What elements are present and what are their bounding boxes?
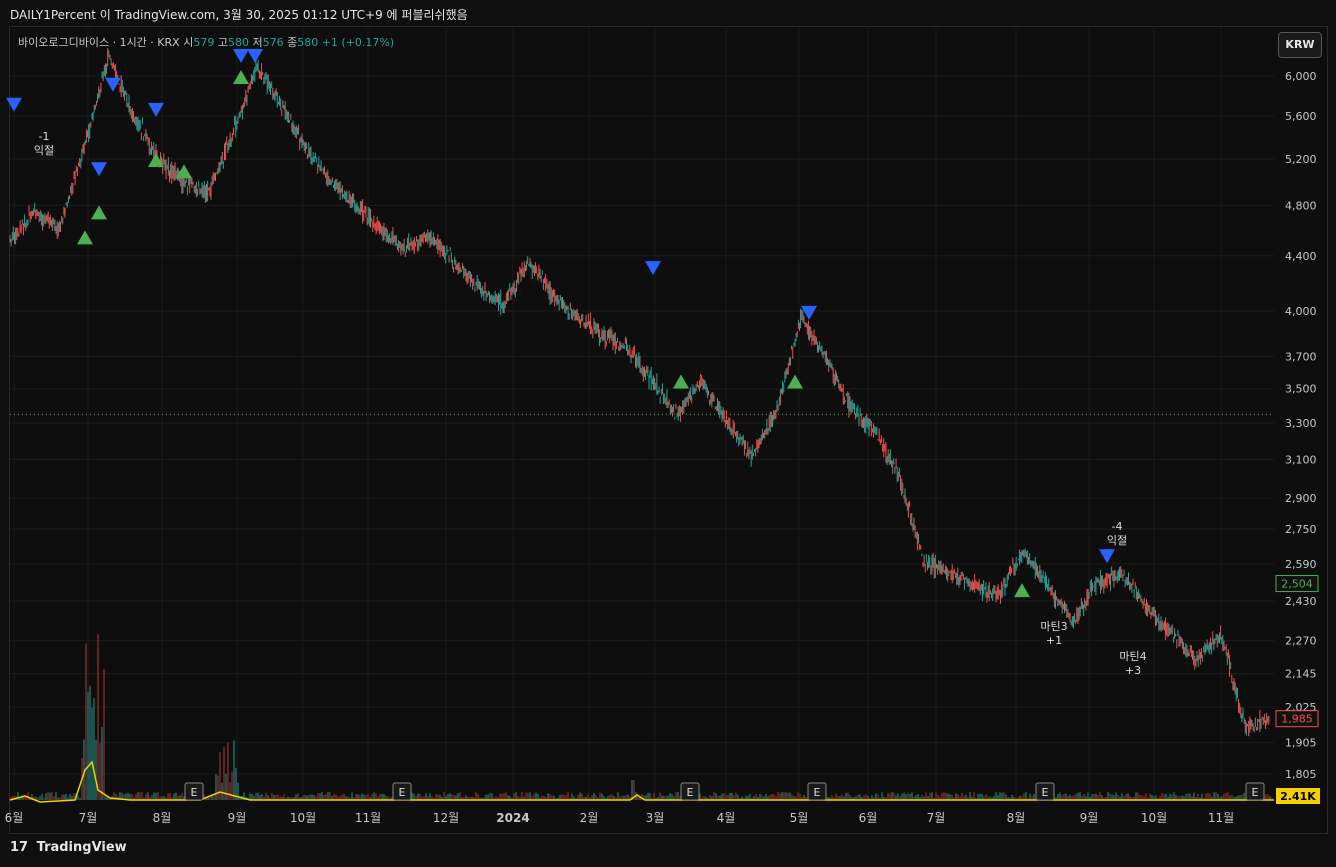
annotation-label: -1 [39, 130, 50, 143]
y-tick-label: 2,750 [1285, 523, 1317, 536]
x-tick-label: 8월 [1007, 811, 1026, 825]
tradingview-footer[interactable]: 17 TradingView [10, 840, 127, 855]
low-value: 576 [262, 36, 284, 49]
y-tick-label: 3,300 [1285, 417, 1317, 430]
x-tick-label: 5월 [790, 811, 809, 825]
y-tick-label: 5,200 [1285, 153, 1317, 166]
sell-signal-marker [91, 162, 107, 177]
symbol-title: 바이오로그디바이스 · 1시간 · KRX [18, 36, 180, 49]
low-label: 저 [252, 36, 263, 49]
annotation-sublabel: +3 [1125, 664, 1141, 677]
price-chart[interactable]: 6,000 5,600 5,200 4,800 4,400 4,000 3,700 3,500… [0, 0, 1336, 867]
sell-signal-marker [6, 97, 22, 112]
buy-signal-marker [673, 374, 689, 389]
annotation-sublabel: +1 [1046, 634, 1062, 647]
annotation-sublabel: 익절 [1107, 534, 1127, 547]
x-tick-label: 7월 [79, 811, 98, 825]
price-tag-label: 1,985 [1281, 713, 1313, 726]
buy-signal-marker [91, 205, 107, 220]
x-tick-label: 6월 [859, 811, 878, 825]
buy-signal-marker [233, 70, 249, 84]
volume-tag-label: 2.41K [1280, 790, 1316, 803]
annotation-label: 마틴4 [1119, 650, 1146, 663]
y-tick-label: 5,600 [1285, 110, 1317, 123]
y-tick-label: 6,000 [1285, 70, 1317, 83]
tradingview-logo-icon: 17 [10, 840, 29, 855]
x-tick-label: 9월 [228, 811, 247, 825]
x-tick-label: 6월 [5, 811, 24, 825]
annotation-label: -4 [1112, 520, 1123, 533]
close-value: 580 [297, 36, 319, 49]
symbol-legend: 바이오로그디바이스 · 1시간 · KRX 시579 고580 저576 종58… [18, 34, 394, 50]
brand-name: TradingView [36, 840, 127, 855]
price-tag-label: 2,504 [1281, 578, 1313, 591]
y-tick-label: 2,430 [1285, 595, 1317, 608]
annotation-sublabel: 익절 [34, 144, 54, 157]
open-label: 시 [183, 36, 194, 49]
change-value: +1 (+0.17%) [321, 36, 395, 49]
y-tick-label: 3,500 [1285, 383, 1317, 396]
x-tick-label: 8월 [153, 811, 172, 825]
x-tick-label: 2024 [496, 811, 529, 825]
y-tick-label: 2,900 [1285, 492, 1317, 505]
y-tick-label: 2,145 [1285, 668, 1317, 681]
earnings-label: E [399, 786, 406, 799]
x-tick-label: 10월 [290, 811, 316, 825]
annotation-label: 마틴3 [1040, 620, 1067, 633]
earnings-label: E [687, 786, 694, 799]
y-tick-label: 3,700 [1285, 350, 1317, 363]
x-tick-label: 10월 [1141, 811, 1167, 825]
close-label: 종 [287, 36, 298, 49]
open-value: 579 [193, 36, 215, 49]
sell-signal-marker [645, 261, 661, 276]
x-tick-label: 11월 [355, 811, 381, 825]
sell-signal-marker [233, 48, 249, 63]
sell-signal-marker [801, 305, 817, 320]
high-label: 고 [217, 36, 228, 49]
sell-signal-marker [1099, 549, 1115, 564]
x-tick-label: 11월 [1208, 811, 1234, 825]
high-value: 580 [227, 36, 249, 49]
y-tick-label: 1,805 [1285, 768, 1317, 781]
y-tick-label: 1,905 [1285, 737, 1317, 750]
x-tick-label: 9월 [1080, 811, 1099, 825]
x-tick-label: 7월 [927, 811, 946, 825]
buy-signal-marker [787, 374, 803, 389]
sell-signal-marker [247, 48, 263, 63]
buy-signal-marker [77, 230, 93, 245]
y-tick-label: 3,100 [1285, 453, 1317, 466]
y-tick-label: 4,800 [1285, 199, 1317, 212]
earnings-label: E [814, 786, 821, 799]
x-tick-label: 2월 [580, 811, 599, 825]
y-tick-label: 2,590 [1285, 558, 1317, 571]
y-tick-label: 4,400 [1285, 250, 1317, 263]
x-tick-label: 12월 [433, 811, 459, 825]
earnings-label: E [1042, 786, 1049, 799]
currency-button[interactable]: KRW [1278, 32, 1322, 58]
earnings-label: E [191, 786, 198, 799]
earnings-label: E [1252, 786, 1259, 799]
x-tick-label: 3월 [646, 811, 665, 825]
y-tick-label: 4,000 [1285, 305, 1317, 318]
y-tick-label: 2,270 [1285, 635, 1317, 648]
x-tick-label: 4월 [717, 811, 736, 825]
